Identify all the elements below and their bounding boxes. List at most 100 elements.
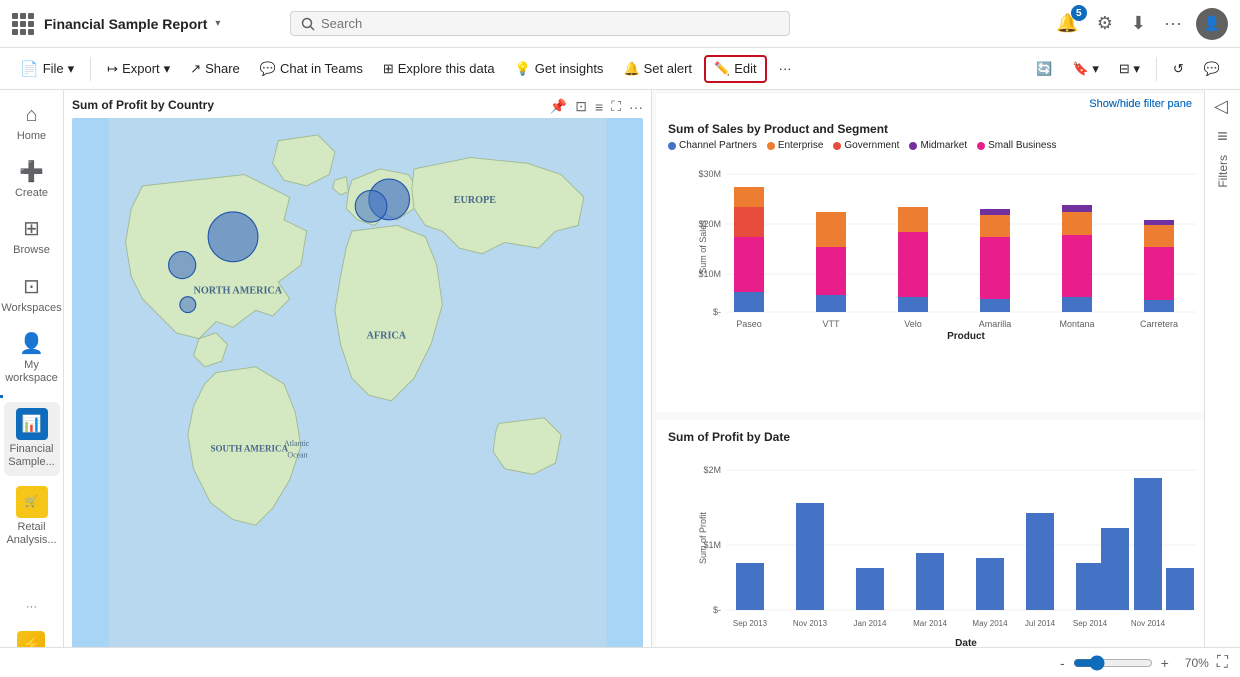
export-icon: ↦ [107,61,118,77]
reset-button[interactable]: ↺ [1165,57,1192,81]
bar-amarilla-cp [980,299,1010,312]
svg-text:$-: $- [713,307,721,317]
file-chevron-icon: ▾ [68,61,75,77]
legend-dot-sb [977,142,985,150]
toolbar-more-icon: ··· [779,61,792,76]
fit-page-button[interactable]: ⛶ [1217,654,1228,672]
legend-item-cp: Channel Partners [668,140,757,151]
export-button[interactable]: ↦ Export ▾ [99,57,178,81]
expand-icon-btn[interactable]: ⛶ [609,96,623,117]
bar-sep13 [736,563,764,610]
insights-label: Get insights [535,61,604,76]
browse-icon: ⊞ [23,216,40,241]
bar-nov13 [796,503,824,610]
right-panel: Show/hide filter pane Show/hide filter p… [652,90,1240,677]
download-icon-btn[interactable]: ⬇ [1127,9,1150,38]
bar-sep14 [1076,563,1104,610]
toolbar-more-button[interactable]: ··· [771,57,800,80]
settings-icon-btn[interactable]: ⚙ [1093,9,1117,38]
chat-teams-button[interactable]: 💬 Chat in Teams [252,57,371,81]
sidebar-item-financial[interactable]: 📊 Financial Sample... [4,402,60,475]
svg-text:Sum of Profit: Sum of Profit [698,511,708,564]
sidebar-item-home[interactable]: ⌂ Home [4,98,60,149]
set-alert-button[interactable]: 🔔 Set alert [615,57,700,81]
line-chart-svg: $2M $1M $- Sum of Profit [668,448,1224,658]
sidebar-financial-label: Financial Sample... [8,443,56,469]
sidebar-item-workspaces[interactable]: ⊡ Workspaces [4,268,60,321]
legend-label-mid: Midmarket [920,140,967,151]
more-icon: ··· [26,601,37,613]
ellipsis-icon-btn[interactable]: ··· [627,96,645,117]
view-button[interactable]: ⊟ ▾ [1111,57,1148,81]
file-button[interactable]: 📄 File ▾ [12,56,82,82]
sidebar-item-myworkspace[interactable]: 👤 My workspace [4,325,60,391]
comment-button[interactable]: 💬 [1196,57,1228,81]
app-grid-icon[interactable] [12,13,34,35]
svg-text:$2M: $2M [703,465,721,475]
explore-button[interactable]: ⊞ Explore this data [375,57,503,81]
pin-icon-btn[interactable]: 📌 [548,96,569,117]
svg-text:Paseo: Paseo [736,319,762,329]
bookmark-button[interactable]: 🔖 ▾ [1065,57,1107,81]
legend-label-cp: Channel Partners [679,140,757,151]
more-icon-btn[interactable]: ··· [1160,9,1186,38]
refresh-button[interactable]: 🔄 [1028,57,1060,81]
bar-amarilla-mid [980,209,1010,215]
bar-may14 [976,558,1004,610]
explore-icon: ⊞ [383,61,394,77]
svg-text:Product: Product [947,331,985,342]
bar-vtt-cp [816,295,846,312]
svg-text:Jul 2014: Jul 2014 [1025,619,1056,628]
edit-button[interactable]: ✏️ Edit [704,55,767,83]
zoom-out-button[interactable]: - [1060,655,1065,671]
edit-icon: ✏️ [714,61,730,77]
edit-label: Edit [734,61,756,76]
right-content: Sum of Sales by Product and Segment Chan… [652,90,1240,677]
svg-text:Ocean: Ocean [287,450,307,459]
filter-toggle-label[interactable]: Show/hide filter pane [1089,98,1192,110]
share-button[interactable]: ↗ Share [182,57,248,81]
sidebar-item-create[interactable]: ➕ Create [4,153,60,206]
explore-label: Explore this data [398,61,495,76]
chat-teams-label: Chat in Teams [280,61,363,76]
svg-text:Sep 2014: Sep 2014 [1073,619,1108,628]
active-indicator [0,395,63,398]
bar-carretera-ent [1144,225,1174,247]
sidebar-item-retail[interactable]: 🛒 Retail Analysis... [4,480,60,553]
report-title: Financial Sample Report [44,16,207,32]
svg-text:Amarilla: Amarilla [979,319,1012,329]
home-icon: ⌂ [25,104,37,127]
retail-icon-box: 🛒 [16,486,48,518]
insights-button[interactable]: 💡 Get insights [507,57,612,81]
filter-icon-btn[interactable]: ≡ [593,96,605,117]
search-bar[interactable] [290,11,790,36]
copy-icon-btn[interactable]: ⊡ [573,96,589,117]
svg-text:$-: $- [713,605,721,615]
myworkspace-icon: 👤 [19,331,44,356]
sidebar-workspaces-label: Workspaces [1,302,61,315]
avatar[interactable]: 👤 [1196,8,1228,40]
filter-panel: ≡ Filters [1204,90,1240,677]
top-bar-right: 🔔 5 ⚙ ⬇ ··· 👤 [1052,8,1228,40]
bar-amarilla-ent [980,215,1010,237]
chevron-down-icon[interactable]: ▾ [215,18,220,29]
sidebar-item-more[interactable]: ··· [4,595,60,619]
svg-text:$30M: $30M [698,169,721,179]
bar-jul14 [1026,513,1054,610]
svg-text:Nov 2013: Nov 2013 [793,619,828,628]
zoom-in-button[interactable]: + [1161,655,1169,671]
zoom-slider[interactable] [1073,655,1153,671]
insights-icon: 💡 [515,61,531,77]
notification-button[interactable]: 🔔 5 [1052,9,1082,38]
search-input[interactable] [321,16,779,31]
sidebar-item-browse[interactable]: ⊞ Browse [4,210,60,263]
filter-collapse-button[interactable]: ◁ [1214,96,1228,117]
svg-text:AFRICA: AFRICA [367,331,407,342]
top-bar: Financial Sample Report ▾ 🔔 5 ⚙ ⬇ ··· 👤 [0,0,1240,48]
bar-chart-svg: $30M $20M $10M $- Sum of Sales [668,157,1224,342]
legend-dot-ent [767,142,775,150]
sidebar-home-label: Home [17,130,46,143]
file-icon: 📄 [20,60,39,78]
bar-nov14 [1134,478,1162,610]
bar-carretera-mid [1144,220,1174,225]
